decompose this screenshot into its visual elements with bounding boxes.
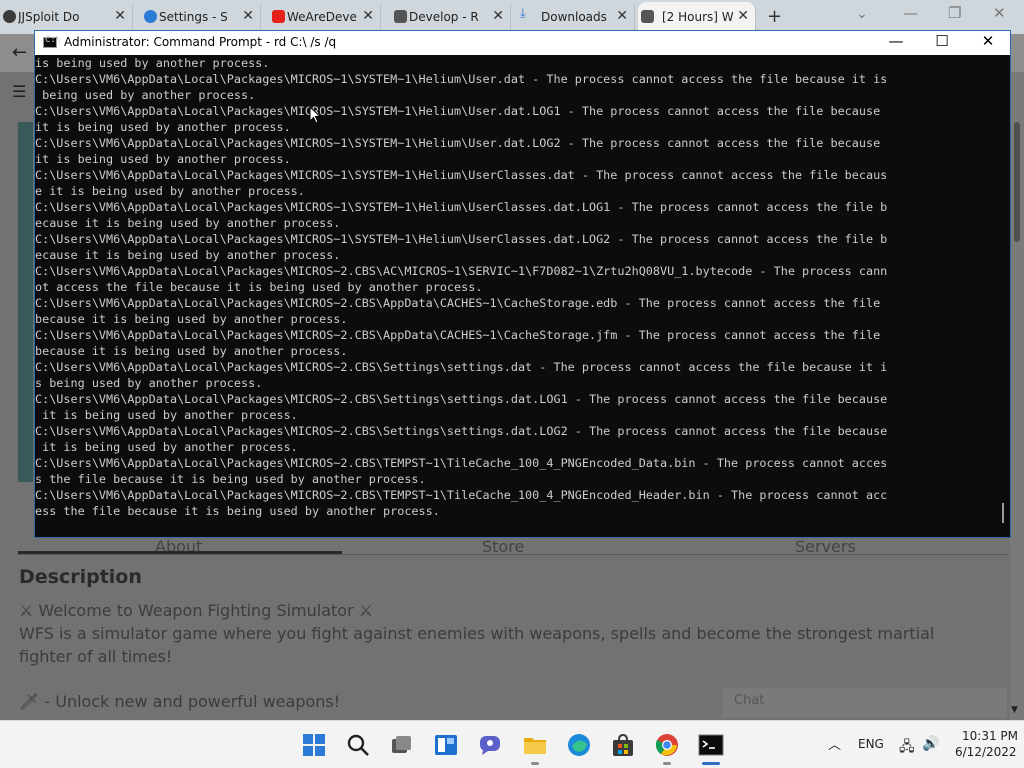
console-line: s the file because it is being used by a… [35, 472, 426, 486]
youtube-favicon-icon [272, 10, 285, 23]
console-line: e it is being used by another process. [35, 184, 305, 198]
cmd-maximize-button[interactable]: ☐ [919, 32, 965, 50]
cmd-close-button[interactable]: ✕ [965, 32, 1011, 50]
console-line: C:\Users\VM6\AppData\Local\Packages\MICR… [35, 488, 888, 502]
store-icon[interactable] [610, 732, 636, 758]
task-view-icon[interactable] [388, 732, 414, 758]
console-line: ess the file because it is being used by… [35, 504, 440, 518]
console-line: it is being used by another process. [35, 408, 298, 422]
console-line: C:\Users\VM6\AppData\Local\Packages\MICR… [35, 328, 881, 342]
jjsploit-favicon-icon [3, 10, 16, 23]
console-line: C:\Users\VM6\AppData\Local\Packages\MICR… [35, 136, 881, 150]
gear-favicon-icon [144, 10, 157, 23]
cmd-icon: C:\ [43, 35, 61, 48]
browser-tab-2[interactable]: WeAreDeve ✕ [269, 4, 381, 30]
close-tab-icon[interactable]: ✕ [242, 8, 254, 24]
cmd-window-title: Administrator: Command Prompt - rd C:\ /… [64, 35, 337, 49]
game-banner-edge [18, 122, 33, 482]
browser-tabstrip: JJSploit Do ✕ Settings - S ✕ WeAreDeve ✕… [0, 0, 1024, 34]
console-line: ecause it is being used by another proce… [35, 216, 341, 230]
tab-search-chevron-icon[interactable]: ⌄ [856, 6, 868, 22]
browser-restore-icon[interactable]: ❐ [948, 4, 961, 22]
chrome-icon[interactable] [654, 732, 680, 758]
description-line: ⚔ Welcome to Weapon Fighting Simulator ⚔ [19, 601, 374, 620]
menu-icon[interactable]: ☰ [12, 82, 26, 101]
console-line: C:\Users\VM6\AppData\Local\Packages\MICR… [35, 200, 888, 214]
page-scroll-thumb[interactable] [1014, 122, 1020, 242]
close-tab-icon[interactable]: ✕ [616, 8, 628, 24]
close-tab-icon[interactable]: ✕ [737, 8, 749, 24]
console-line: C:\Users\VM6\AppData\Local\Packages\MICR… [35, 424, 888, 438]
chat-icon[interactable] [477, 732, 503, 758]
console-line: C:\Users\VM6\AppData\Local\Packages\MICR… [35, 168, 888, 182]
scroll-down-arrow-icon[interactable]: ▼ [1011, 705, 1018, 715]
browser-tab-3[interactable]: Develop - R ✕ [391, 4, 511, 30]
clock-time[interactable]: 10:31 PM [962, 729, 1018, 743]
chat-panel[interactable] [722, 688, 1007, 718]
browser-tab-0[interactable]: JJSploit Do ✕ [0, 4, 133, 30]
browser-tab-5[interactable]: [2 Hours] W ✕ [638, 2, 756, 32]
console-line: because it is being used by another proc… [35, 344, 348, 358]
download-favicon-icon: ⤓ [520, 6, 526, 21]
console-line: ot access the file because it is being u… [35, 280, 483, 294]
console-line: it is being used by another process. [35, 152, 291, 166]
show-hidden-icons-chevron-icon[interactable]: ︿ [828, 734, 841, 753]
description-title: Description [19, 566, 142, 588]
mouse-cursor-icon [309, 106, 321, 124]
new-tab-button[interactable]: + [767, 6, 782, 27]
console-line: being used by another process. [35, 88, 256, 102]
active-app-indicator [702, 762, 720, 765]
file-explorer-icon[interactable] [522, 732, 548, 758]
running-indicator [663, 762, 671, 765]
browser-tab-4[interactable]: ⤓ Downloads ✕ [517, 4, 635, 30]
cmd-scroll-thumb[interactable] [1002, 503, 1004, 523]
page-favicon-icon [641, 10, 654, 23]
console-line: s being used by another process. [35, 376, 263, 390]
cmd-titlebar[interactable]: C:\ Administrator: Command Prompt - rd C… [35, 31, 1010, 55]
running-indicator [531, 762, 539, 765]
page-favicon-icon [394, 10, 407, 23]
description-line: WFS is a simulator game where you fight … [19, 624, 935, 643]
browser-minimize-icon[interactable]: — [903, 4, 918, 22]
console-line: C:\Users\VM6\AppData\Local\Packages\MICR… [35, 72, 888, 86]
windows-start-icon[interactable] [301, 732, 327, 758]
console-line: C:\Users\VM6\AppData\Local\Packages\MICR… [35, 296, 881, 310]
console-line: C:\Users\VM6\AppData\Local\Packages\MICR… [35, 456, 888, 470]
back-arrow-icon[interactable]: ← [12, 42, 27, 63]
command-prompt-window[interactable]: C:\ Administrator: Command Prompt - rd C… [34, 30, 1011, 538]
network-icon[interactable]: 🖧 [899, 736, 915, 760]
close-tab-icon[interactable]: ✕ [114, 8, 126, 24]
edge-browser-icon[interactable] [566, 732, 592, 758]
console-line: C:\Users\VM6\AppData\Local\Packages\MICR… [35, 232, 888, 246]
browser-tab-1[interactable]: Settings - S ✕ [141, 4, 261, 30]
cmd-icon-label: C:\ [45, 35, 62, 45]
description-line: fighter of all times! [19, 647, 173, 666]
command-prompt-icon[interactable] [698, 732, 724, 758]
console-line: C:\Users\VM6\AppData\Local\Packages\MICR… [35, 392, 888, 406]
cmd-minimize-button[interactable]: — [873, 32, 919, 50]
console-line: ecause it is being used by another proce… [35, 248, 341, 262]
page-scrollbar[interactable] [1010, 72, 1024, 720]
close-tab-icon[interactable]: ✕ [362, 8, 374, 24]
close-tab-icon[interactable]: ✕ [492, 8, 504, 24]
console-line: it is being used by another process. [35, 120, 291, 134]
console-line: C:\Users\VM6\AppData\Local\Packages\MICR… [35, 264, 888, 278]
console-line: C:\Users\VM6\AppData\Local\Packages\MICR… [35, 360, 888, 374]
clock-date[interactable]: 6/12/2022 [955, 745, 1017, 759]
console-line: is being used by another process. [35, 56, 270, 70]
console-output[interactable]: is being used by another process. C:\User… [35, 55, 995, 537]
widgets-icon[interactable] [433, 732, 459, 758]
search-icon[interactable] [345, 732, 371, 758]
language-indicator[interactable]: ENG [858, 737, 884, 751]
console-line: it is being used by another process. [35, 440, 298, 454]
volume-icon[interactable]: 🔊 [922, 736, 939, 752]
console-line: C:\Users\VM6\AppData\Local\Packages\MICR… [35, 104, 881, 118]
browser-close-icon[interactable]: ✕ [993, 4, 1006, 22]
divider [18, 554, 1008, 555]
console-line: because it is being used by another proc… [35, 312, 348, 326]
chat-label: Chat [734, 693, 765, 708]
description-line: 🗡 - Unlock new and powerful weapons! [19, 692, 341, 711]
cmd-scrollbar[interactable] [995, 55, 1010, 537]
